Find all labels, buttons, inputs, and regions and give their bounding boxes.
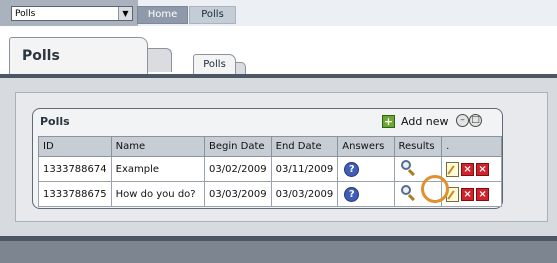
edit-icon[interactable] — [446, 161, 460, 177]
cell-name: Example — [110, 156, 205, 182]
cell-answers: ? — [337, 156, 395, 182]
column-header-end-date[interactable]: End Date — [270, 136, 339, 157]
page-title: Polls — [22, 48, 60, 64]
magnifier-icon[interactable] — [400, 159, 417, 176]
table-header-row: ID Name Begin Date End Date Answers Resu… — [38, 136, 502, 157]
cell-begin-date: 03/02/2009 — [203, 156, 272, 182]
column-header-actions: . — [441, 136, 502, 157]
tab-polls-sub[interactable]: Polls — [193, 54, 236, 76]
maximize-icon[interactable]: □ — [469, 114, 482, 127]
column-header-answers: Answers — [337, 136, 395, 157]
cell-actions: × × — [441, 156, 502, 182]
nav-home-button[interactable]: Home — [137, 6, 188, 24]
add-new-label[interactable]: Add new — [401, 115, 449, 128]
help-question-icon[interactable]: ? — [344, 161, 360, 177]
cell-end-date: 03/03/2009 — [270, 181, 339, 207]
delete-icon[interactable]: × — [461, 187, 475, 201]
cell-id: 1333788674 — [38, 156, 112, 182]
chevron-down-icon[interactable]: ▼ — [118, 7, 132, 20]
column-header-results: Results — [393, 136, 443, 157]
magnifier-icon[interactable] — [400, 184, 417, 201]
minimize-icon[interactable]: – — [456, 114, 469, 127]
cell-actions: × × — [441, 181, 502, 207]
cell-end-date: 03/11/2009 — [270, 156, 339, 182]
cell-answers: ? — [337, 181, 395, 207]
delete-icon[interactable]: × — [476, 187, 490, 201]
top-navigation-bar: Polls ▼ Home Polls — [0, 0, 557, 27]
delete-icon[interactable]: × — [461, 162, 475, 176]
content-frame: Polls + Add new – □ ID Name Begin Date E… — [15, 92, 548, 222]
column-header-begin-date[interactable]: Begin Date — [203, 136, 272, 157]
tab-edge-decoration — [148, 48, 172, 72]
highlight-ring — [421, 175, 449, 203]
nav-polls-button[interactable]: Polls — [189, 6, 236, 24]
content-area: Polls + Add new – □ ID Name Begin Date E… — [0, 78, 557, 236]
column-header-name[interactable]: Name — [110, 136, 205, 157]
column-header-id[interactable]: ID — [38, 136, 112, 157]
cell-id: 1333788675 — [38, 181, 112, 207]
panel-title: Polls — [40, 115, 70, 128]
module-select-dropdown[interactable]: Polls ▼ — [11, 6, 133, 21]
footer-bar — [0, 236, 557, 263]
footer-divider — [0, 236, 557, 241]
polls-panel: Polls + Add new – □ ID Name Begin Date E… — [32, 108, 503, 209]
help-question-icon[interactable]: ? — [344, 186, 360, 202]
tab-polls-main[interactable]: Polls — [9, 37, 148, 75]
tab-area: Polls Polls — [0, 26, 557, 76]
cell-name: How do you do? — [110, 181, 205, 207]
add-icon[interactable]: + — [382, 115, 395, 128]
cell-begin-date: 03/03/2009 — [203, 181, 272, 207]
delete-icon[interactable]: × — [476, 162, 490, 176]
module-select-value: Polls — [15, 9, 36, 19]
